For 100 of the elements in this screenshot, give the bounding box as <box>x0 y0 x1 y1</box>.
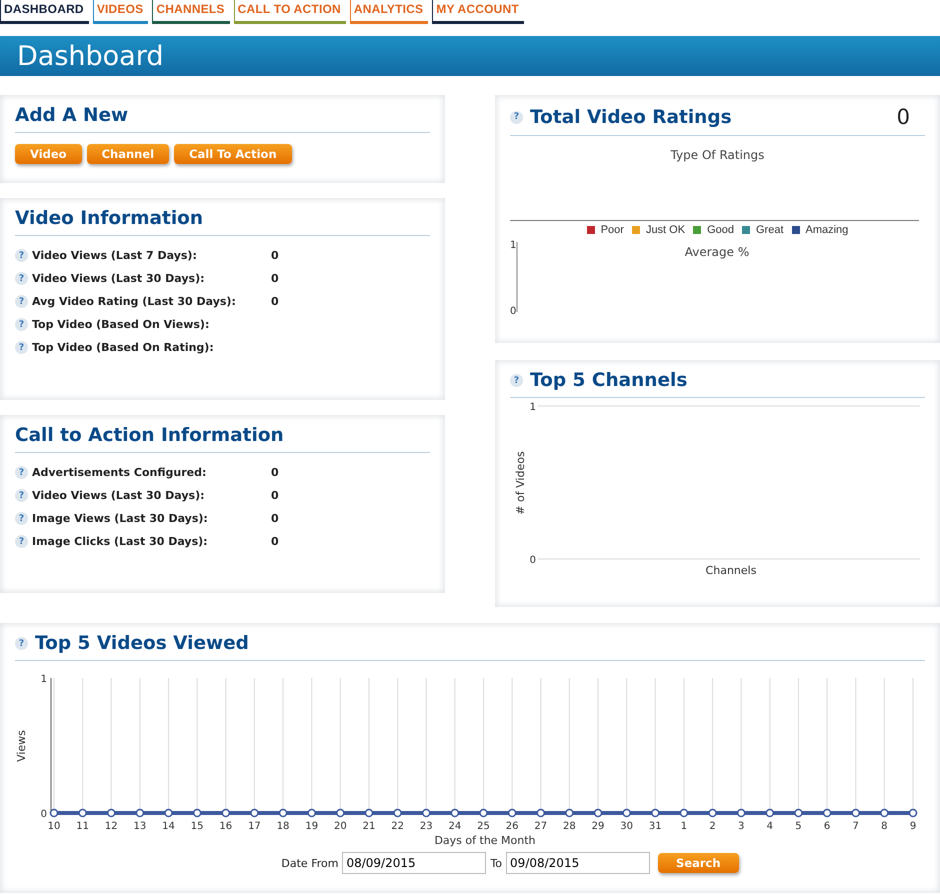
axis-title: Views <box>15 730 28 762</box>
stat-label: Video Views (Last 30 Days): <box>32 489 206 502</box>
stat-value: 0 <box>271 512 279 525</box>
data-point <box>479 808 488 818</box>
data-point <box>250 808 259 818</box>
nav-tab[interactable]: MY ACCOUNT <box>432 0 524 24</box>
data-point <box>364 808 374 818</box>
data-point <box>708 808 717 818</box>
data-point <box>651 808 660 818</box>
data-point <box>222 808 230 818</box>
stat-label: Top Video (Based On Views): <box>32 318 210 331</box>
axis-tick: 30 <box>620 821 634 832</box>
axis-title: # of Videos <box>514 451 527 515</box>
help-icon[interactable]: ? <box>510 110 523 124</box>
data-point <box>107 808 116 818</box>
stat-label: Avg Video Rating (Last 30 Days): <box>32 295 237 308</box>
stat-label: Advertisements Configured: <box>32 466 208 479</box>
help-icon[interactable]: ? <box>15 637 28 650</box>
data-point <box>766 808 774 818</box>
axis-tick: 13 <box>134 821 146 832</box>
legend-label: Great <box>756 224 784 236</box>
axis-tick: 1 <box>40 674 47 685</box>
data-point <box>307 808 316 818</box>
y-axis <box>516 242 518 312</box>
data-point <box>594 808 602 818</box>
axis-tick: 28 <box>563 821 576 832</box>
nav-tab[interactable]: ANALYTICS <box>350 0 428 24</box>
axis-tick: 16 <box>219 821 232 832</box>
add-button[interactable]: Video <box>15 144 82 164</box>
add-button[interactable]: Channel <box>86 144 170 164</box>
add-button[interactable]: Call To Action <box>174 144 292 164</box>
stat-label: Top Video (Based On Rating): <box>32 341 215 354</box>
axis-tick: 1 <box>680 821 688 832</box>
panel-title: Top 5 Videos Viewed <box>35 633 249 654</box>
axis-tick: 6 <box>824 821 830 832</box>
date-to-field[interactable]: 09/08/2015 <box>506 852 650 874</box>
panel-title: Call to Action Information <box>15 425 430 453</box>
help-icon[interactable]: ? <box>15 318 28 331</box>
axis-tick: 17 <box>248 821 261 832</box>
stat-value: 0 <box>271 295 279 308</box>
stat-value: 0 <box>271 272 279 285</box>
data-point <box>164 808 173 818</box>
legend-label: Poor <box>600 224 624 236</box>
axis-tick: 23 <box>420 821 433 832</box>
stat-label: Image Clicks (Last 30 Days): <box>32 535 209 548</box>
axis-tick: 2 <box>709 821 716 832</box>
panel-title: Top 5 Channels <box>530 370 688 391</box>
stat-label: Video Views (Last 7 Days): <box>32 249 198 262</box>
axis-tick: 12 <box>104 821 118 832</box>
data-point <box>794 808 803 818</box>
axis-tick: 22 <box>391 821 404 832</box>
nav-tab[interactable]: CHANNELS <box>152 0 230 24</box>
axis-tick: 1 <box>530 402 536 413</box>
date-from-field[interactable]: 08/09/2015 <box>342 852 486 874</box>
stat-value: 0 <box>271 249 279 262</box>
data-point <box>851 808 860 818</box>
axis-tick: 5 <box>795 821 802 832</box>
field-label: Date From <box>281 856 338 870</box>
data-point <box>450 808 460 818</box>
search-button[interactable]: Search <box>658 853 739 873</box>
panel-title: Total Video Ratings <box>530 106 732 128</box>
help-icon[interactable]: ? <box>15 512 28 525</box>
data-point <box>136 808 144 818</box>
help-icon[interactable]: ? <box>15 341 28 354</box>
help-icon[interactable]: ? <box>15 272 28 285</box>
chart-title: Average % <box>684 245 750 259</box>
page-title: Dashboard <box>17 40 164 72</box>
axis-tick: 4 <box>766 821 774 832</box>
nav-tab[interactable]: CALL TO ACTION <box>234 0 346 24</box>
field-label: To <box>490 856 502 870</box>
axis-tick: 14 <box>162 821 175 832</box>
axis-title: Channels <box>706 564 756 577</box>
nav-tab[interactable]: VIDEOS <box>92 0 148 24</box>
axis-tick: 0 <box>530 555 536 566</box>
axis-tick: 0 <box>510 306 516 316</box>
data-point <box>50 808 58 818</box>
help-icon[interactable]: ? <box>15 466 28 479</box>
help-icon[interactable]: ? <box>510 374 523 387</box>
axis-tick: 18 <box>276 821 290 832</box>
help-icon[interactable]: ? <box>15 489 28 502</box>
axis-tick: 10 <box>48 821 60 832</box>
help-icon[interactable]: ? <box>15 295 28 308</box>
axis-tick: 25 <box>477 821 490 832</box>
legend-label: Good <box>707 224 734 236</box>
nav-tab[interactable]: DASHBOARD <box>0 0 89 24</box>
axis-tick: 1 <box>510 240 516 251</box>
data-point <box>822 808 832 818</box>
help-icon[interactable]: ? <box>15 535 28 548</box>
data-point <box>192 808 202 818</box>
axis-title: Days of the Month <box>434 834 536 847</box>
chart-title: Type Of Ratings <box>670 148 766 162</box>
help-icon[interactable]: ? <box>15 249 28 262</box>
axis-tick: 15 <box>190 821 204 832</box>
data-point <box>736 808 746 818</box>
stat-value: 0 <box>271 489 279 502</box>
data-point <box>536 808 546 818</box>
axis-tick: 9 <box>910 821 916 832</box>
axis-tick: 24 <box>448 821 462 832</box>
data-point <box>622 808 631 818</box>
axis-tick: 3 <box>738 821 744 832</box>
